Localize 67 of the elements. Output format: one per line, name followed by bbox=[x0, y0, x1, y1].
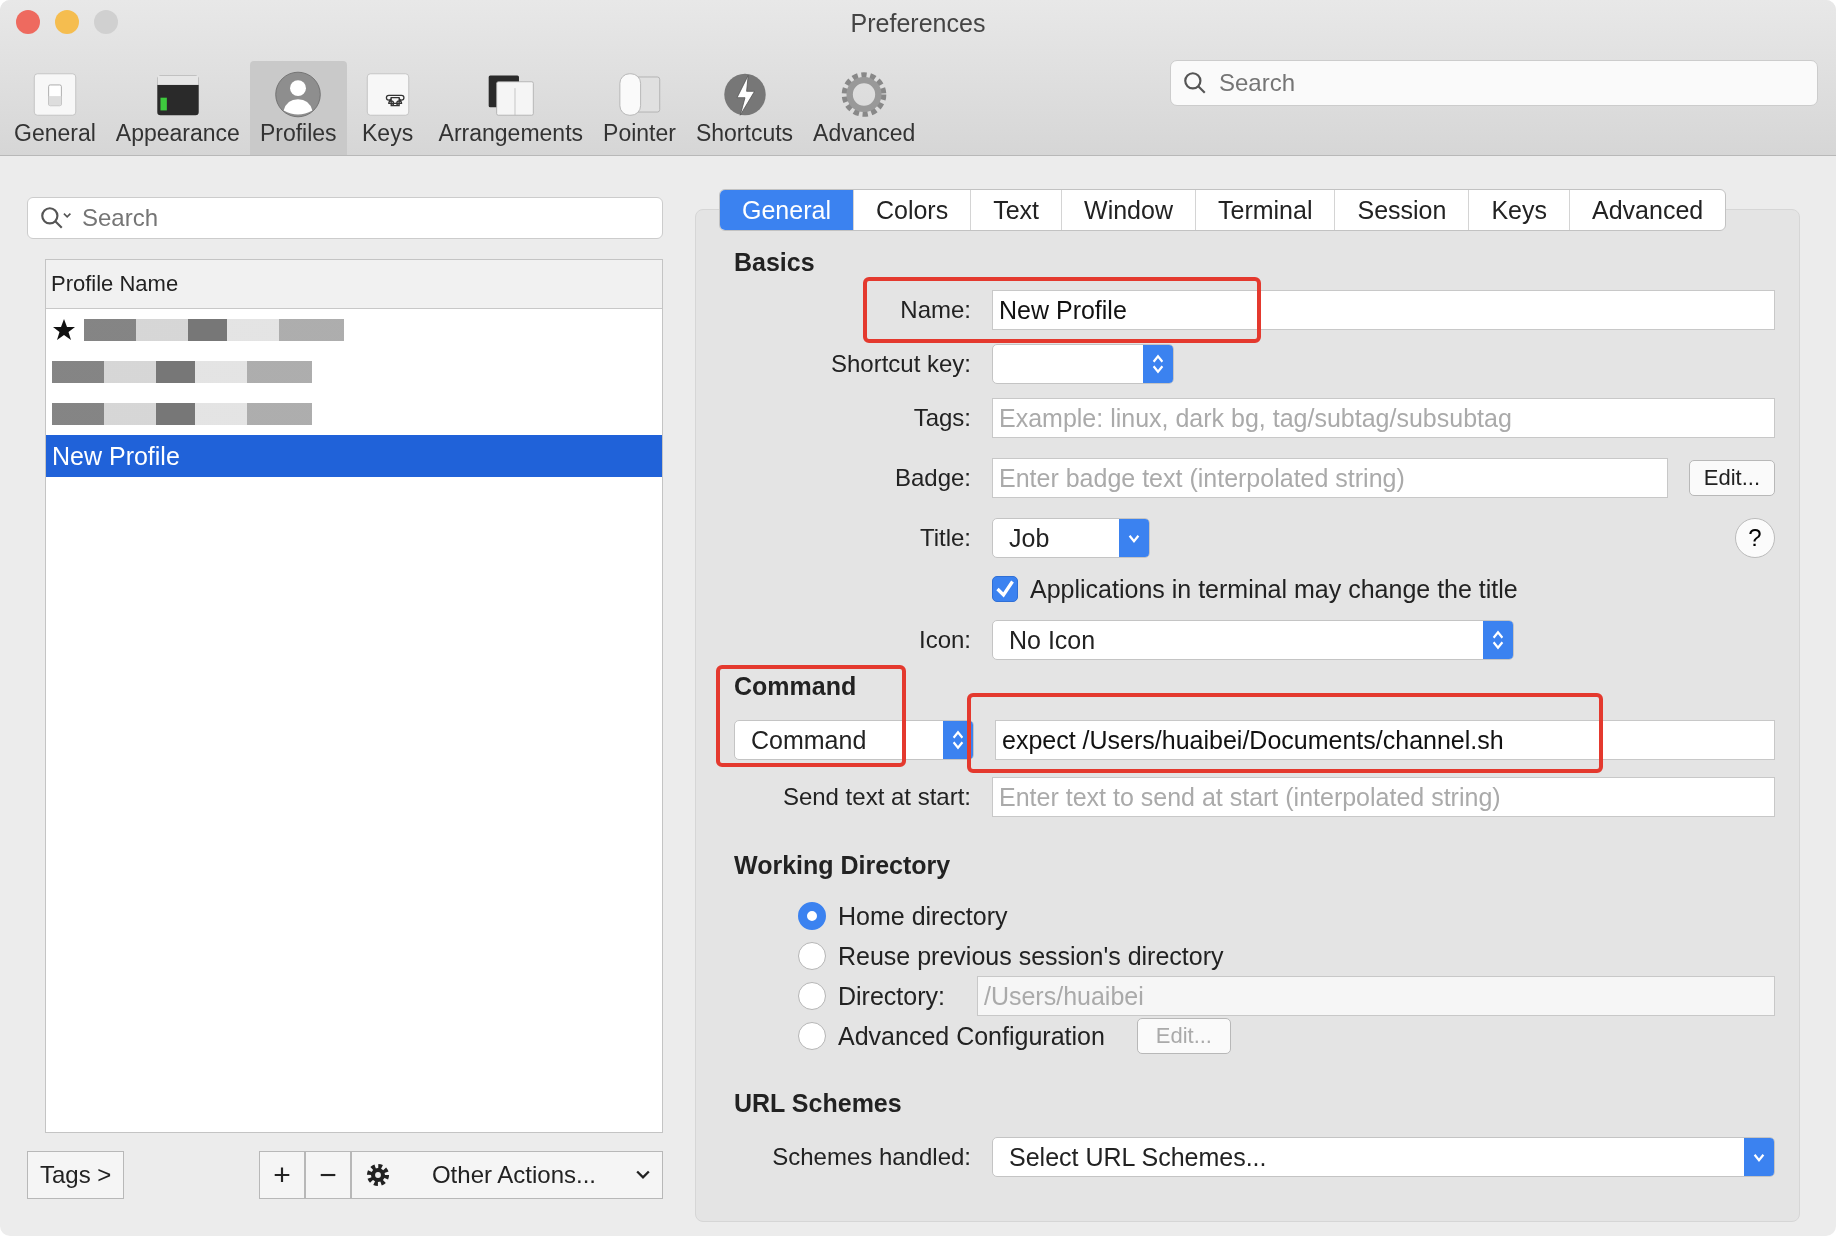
radio-label: Advanced Configuration bbox=[838, 1021, 1105, 1051]
radio-label: Directory: bbox=[838, 981, 945, 1011]
profile-row[interactable]: New Profile bbox=[46, 435, 662, 477]
tab[interactable]: Keys bbox=[1468, 190, 1569, 230]
command-dropdown[interactable]: Command bbox=[734, 720, 974, 760]
field-label: Name: bbox=[899, 296, 971, 324]
shortcut-popup[interactable] bbox=[992, 344, 1174, 384]
toolbar-tab[interactable]: Advanced bbox=[803, 61, 926, 155]
radio-label: Reuse previous session's directory bbox=[838, 941, 1224, 971]
toolbar-tab[interactable]: Arrangements bbox=[428, 61, 594, 155]
section-heading: Command bbox=[734, 671, 858, 702]
tags-field[interactable]: Example: linux, dark bg, tag/subtag/subsubtag bbox=[992, 398, 1775, 438]
badge-field[interactable]: Enter badge text (interpolated string) bbox=[992, 458, 1668, 498]
field-label: Send text at start: bbox=[781, 783, 971, 811]
search-field[interactable]: Search bbox=[27, 197, 663, 239]
tab[interactable]: Terminal bbox=[1195, 190, 1335, 230]
radio-button[interactable] bbox=[798, 1022, 826, 1050]
toolbar-tab[interactable]: Appearance bbox=[105, 61, 250, 155]
add-button[interactable]: + bbox=[259, 1151, 305, 1199]
column-header[interactable]: Profile Name bbox=[46, 260, 662, 309]
chevron-icon bbox=[636, 1170, 650, 1180]
stepper-icon bbox=[1483, 621, 1513, 659]
radio-label: Home directory bbox=[838, 901, 1008, 931]
section-heading: URL Schemes bbox=[734, 1088, 903, 1119]
edit-button[interactable]: Edit... bbox=[1688, 460, 1775, 496]
help-button[interactable]: ? bbox=[1735, 518, 1775, 558]
url-schemes-dropdown[interactable]: Select URL Schemes... bbox=[992, 1137, 1775, 1177]
section-heading: Working Directory bbox=[734, 850, 952, 881]
toolbar-tab[interactable]: Keys bbox=[346, 61, 429, 155]
title-dropdown[interactable]: Job bbox=[992, 518, 1150, 558]
command-field[interactable]: expect /Users/huaibei/Documents/channel.sh bbox=[995, 720, 1775, 760]
field-label: Icon: bbox=[917, 626, 971, 654]
section-heading: Basics bbox=[734, 247, 816, 278]
tab[interactable]: Window bbox=[1061, 190, 1195, 230]
toolbar-tab[interactable]: Shortcuts bbox=[685, 61, 804, 155]
field-label: Badge: bbox=[893, 464, 971, 492]
checkbox[interactable] bbox=[992, 576, 1018, 602]
radio-button[interactable] bbox=[798, 902, 826, 930]
search-field[interactable]: Search bbox=[1170, 60, 1818, 106]
field-label: Title: bbox=[918, 524, 971, 552]
other-actions-button[interactable]: Other Actions... bbox=[351, 1151, 663, 1199]
tab[interactable]: Text bbox=[970, 190, 1062, 230]
icon-dropdown[interactable]: No Icon bbox=[992, 620, 1514, 660]
chevron-icon bbox=[1119, 519, 1149, 557]
stepper-icon bbox=[1143, 345, 1173, 383]
search-icon bbox=[1182, 70, 1208, 96]
field-label: Schemes handled: bbox=[771, 1143, 971, 1171]
window-title: Preferences bbox=[850, 9, 986, 37]
tags-button[interactable]: Tags > bbox=[27, 1151, 125, 1199]
tab[interactable]: General bbox=[720, 190, 853, 230]
chevron-icon bbox=[1744, 1138, 1774, 1176]
radio-button[interactable] bbox=[798, 942, 826, 970]
name-field[interactable]: New Profile bbox=[992, 290, 1775, 330]
tab[interactable]: Session bbox=[1334, 190, 1469, 230]
gear-icon bbox=[364, 1161, 392, 1189]
toolbar-tab[interactable]: General bbox=[4, 61, 106, 155]
remove-button[interactable]: − bbox=[305, 1151, 351, 1199]
field-label: Shortcut key: bbox=[829, 350, 971, 378]
tab[interactable]: Colors bbox=[852, 190, 971, 230]
search-icon bbox=[39, 205, 72, 231]
checkbox-label: Applications in terminal may change the title bbox=[1030, 574, 1518, 604]
toolbar-tab[interactable]: Pointer bbox=[593, 61, 686, 155]
close-button[interactable] bbox=[16, 10, 40, 34]
field-label: Tags: bbox=[912, 404, 971, 432]
toolbar-tab[interactable]: Profiles bbox=[249, 61, 347, 155]
radio-button[interactable] bbox=[798, 982, 826, 1010]
send-text-field[interactable]: Enter text to send at start (interpolated string) bbox=[992, 777, 1775, 817]
